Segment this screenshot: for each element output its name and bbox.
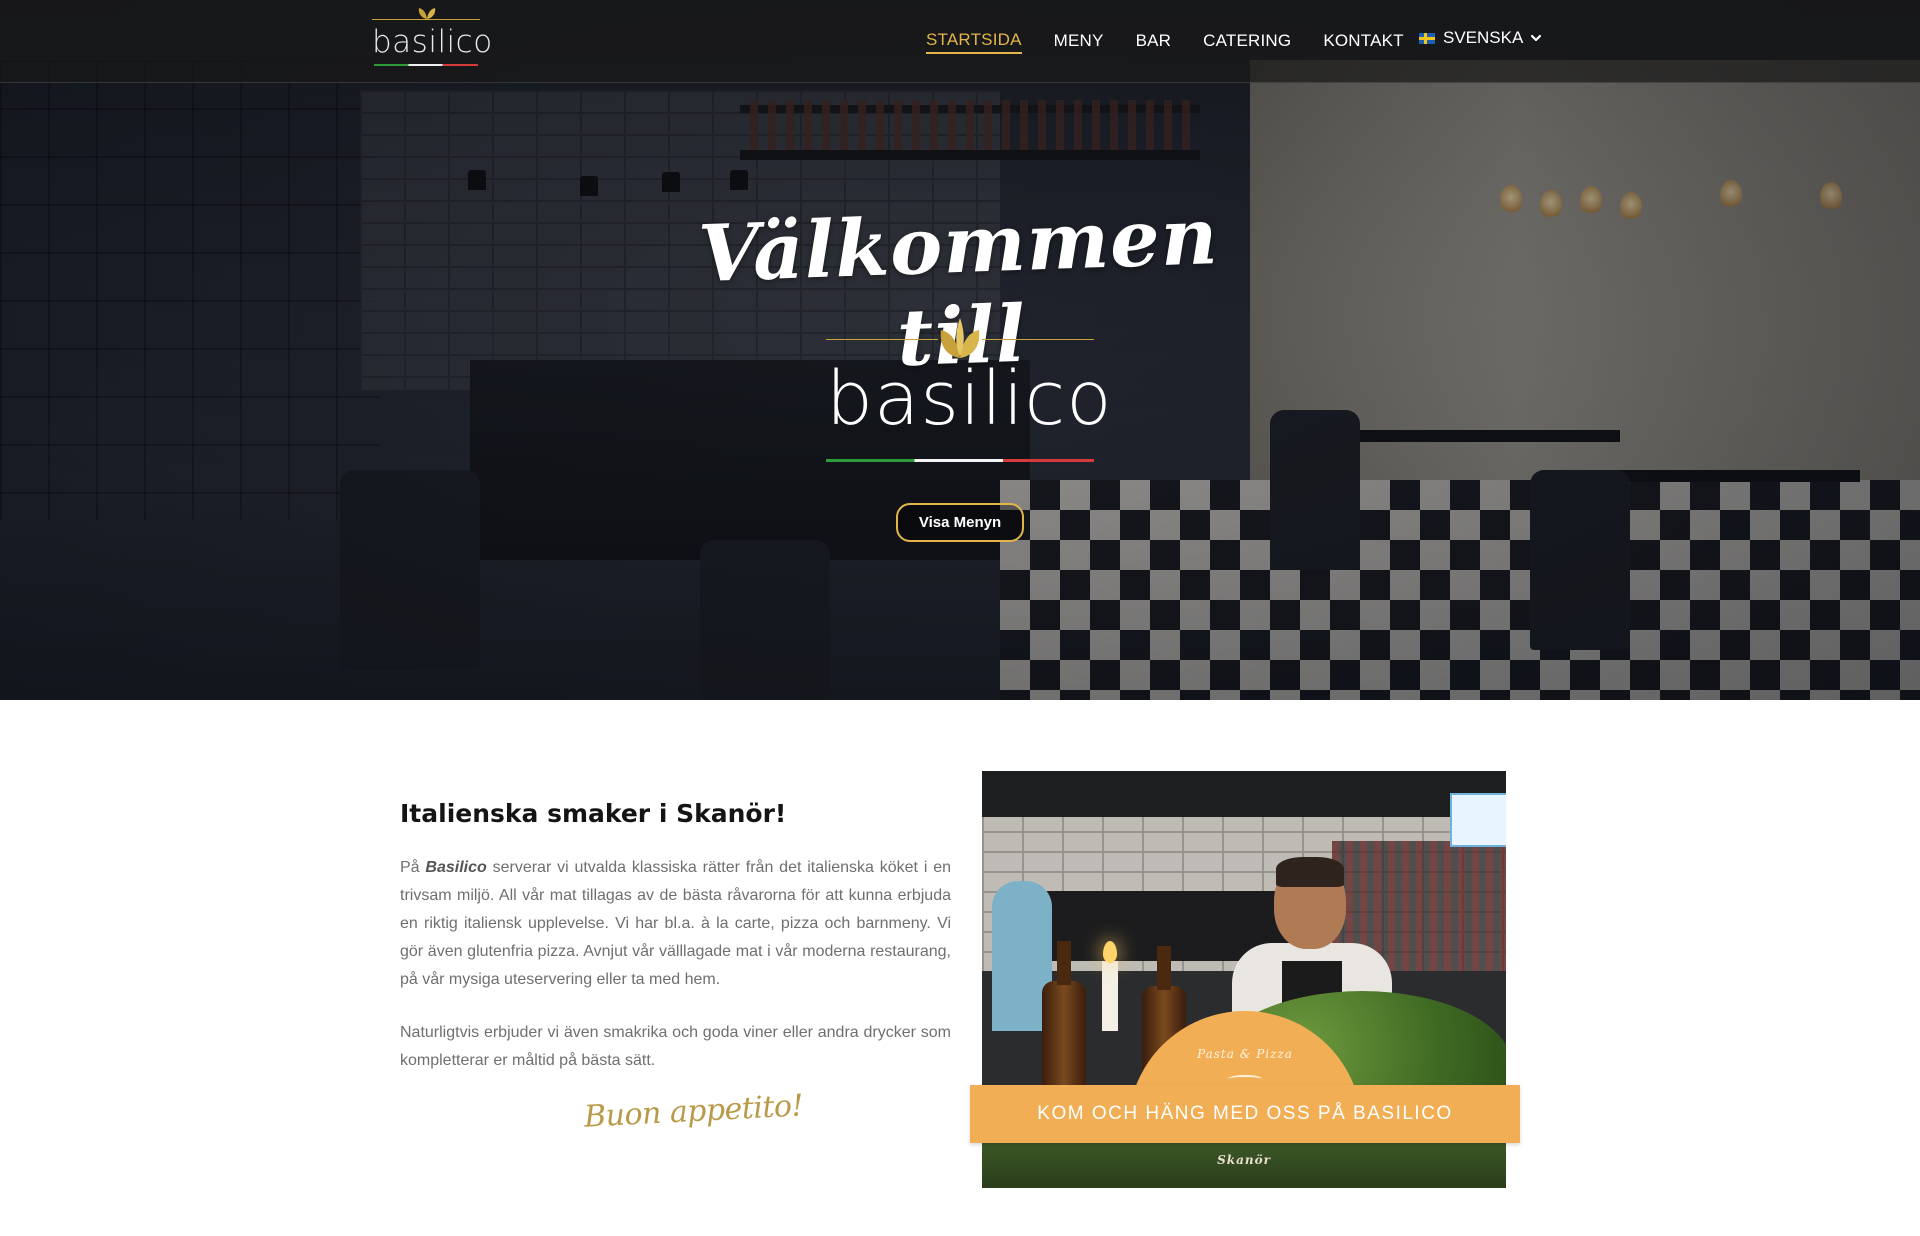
top-navbar: basilico STARTSIDA MENY BAR CATERING KON… — [0, 0, 1920, 83]
photo-candle — [1102, 961, 1118, 1031]
main-menu: STARTSIDA MENY BAR CATERING KONTAKT — [926, 28, 1436, 54]
person-hair — [1276, 857, 1344, 887]
intro-brand-name: Basilico — [425, 859, 487, 876]
language-selector[interactable]: SVENSKA — [1419, 28, 1542, 48]
beer-bottle — [1042, 941, 1086, 1101]
sweden-flag-icon — [1419, 32, 1435, 44]
hero-logo: basilico — [826, 312, 1113, 462]
intro-paragraph-prefix: På — [400, 859, 426, 876]
chevron-down-icon — [1531, 34, 1542, 42]
intro-paragraph-1: På Basilico serverar vi utvalda klassisk… — [400, 854, 951, 994]
photo-dome-text: Pasta & Pizza — [1197, 1047, 1293, 1061]
nav-item-catering[interactable]: CATERING — [1203, 29, 1291, 53]
swoosh-icon — [1228, 1075, 1262, 1083]
bottle-neck — [1157, 946, 1171, 990]
candle-flame — [1103, 941, 1117, 963]
bottle-neck — [1057, 941, 1071, 985]
basil-leaf-icon — [418, 8, 436, 19]
nav-item-kontakt[interactable]: KONTAKT — [1323, 29, 1403, 53]
photo-footer-text: Skanör — [1217, 1153, 1271, 1167]
hero-logo-wordmark: basilico — [826, 356, 1113, 442]
promo-banner: KOM OCH HÄNG MED OSS PÅ BASILICO — [970, 1085, 1520, 1143]
site-logo[interactable]: basilico — [372, 4, 492, 68]
logo-flag-stripe — [374, 64, 478, 66]
view-menu-button[interactable]: Visa Menyn — [896, 503, 1024, 542]
nav-item-startsida[interactable]: STARTSIDA — [926, 28, 1022, 54]
buon-appetito-signature: Buon appetito! — [583, 1088, 804, 1135]
hero-logo-flag-stripe — [826, 459, 1094, 462]
nav-item-meny[interactable]: MENY — [1054, 29, 1104, 53]
logo-gold-line — [826, 339, 938, 340]
logo-wordmark: basilico — [372, 24, 493, 60]
intro-heading: Italienska smaker i Skanör! — [400, 799, 787, 828]
logo-gold-line — [982, 339, 1094, 340]
photo-sign — [1450, 793, 1506, 847]
language-label: SVENSKA — [1443, 28, 1524, 47]
nav-item-bar[interactable]: BAR — [1136, 29, 1172, 53]
intro-paragraph-2: Naturligtvis erbjuder vi även smakrika o… — [400, 1024, 951, 1069]
logo-gold-line — [372, 19, 480, 20]
photo-kitchen-hood — [982, 771, 1506, 817]
intro-paragraph-body: serverar vi utvalda klassiska rätter frå… — [400, 859, 952, 988]
